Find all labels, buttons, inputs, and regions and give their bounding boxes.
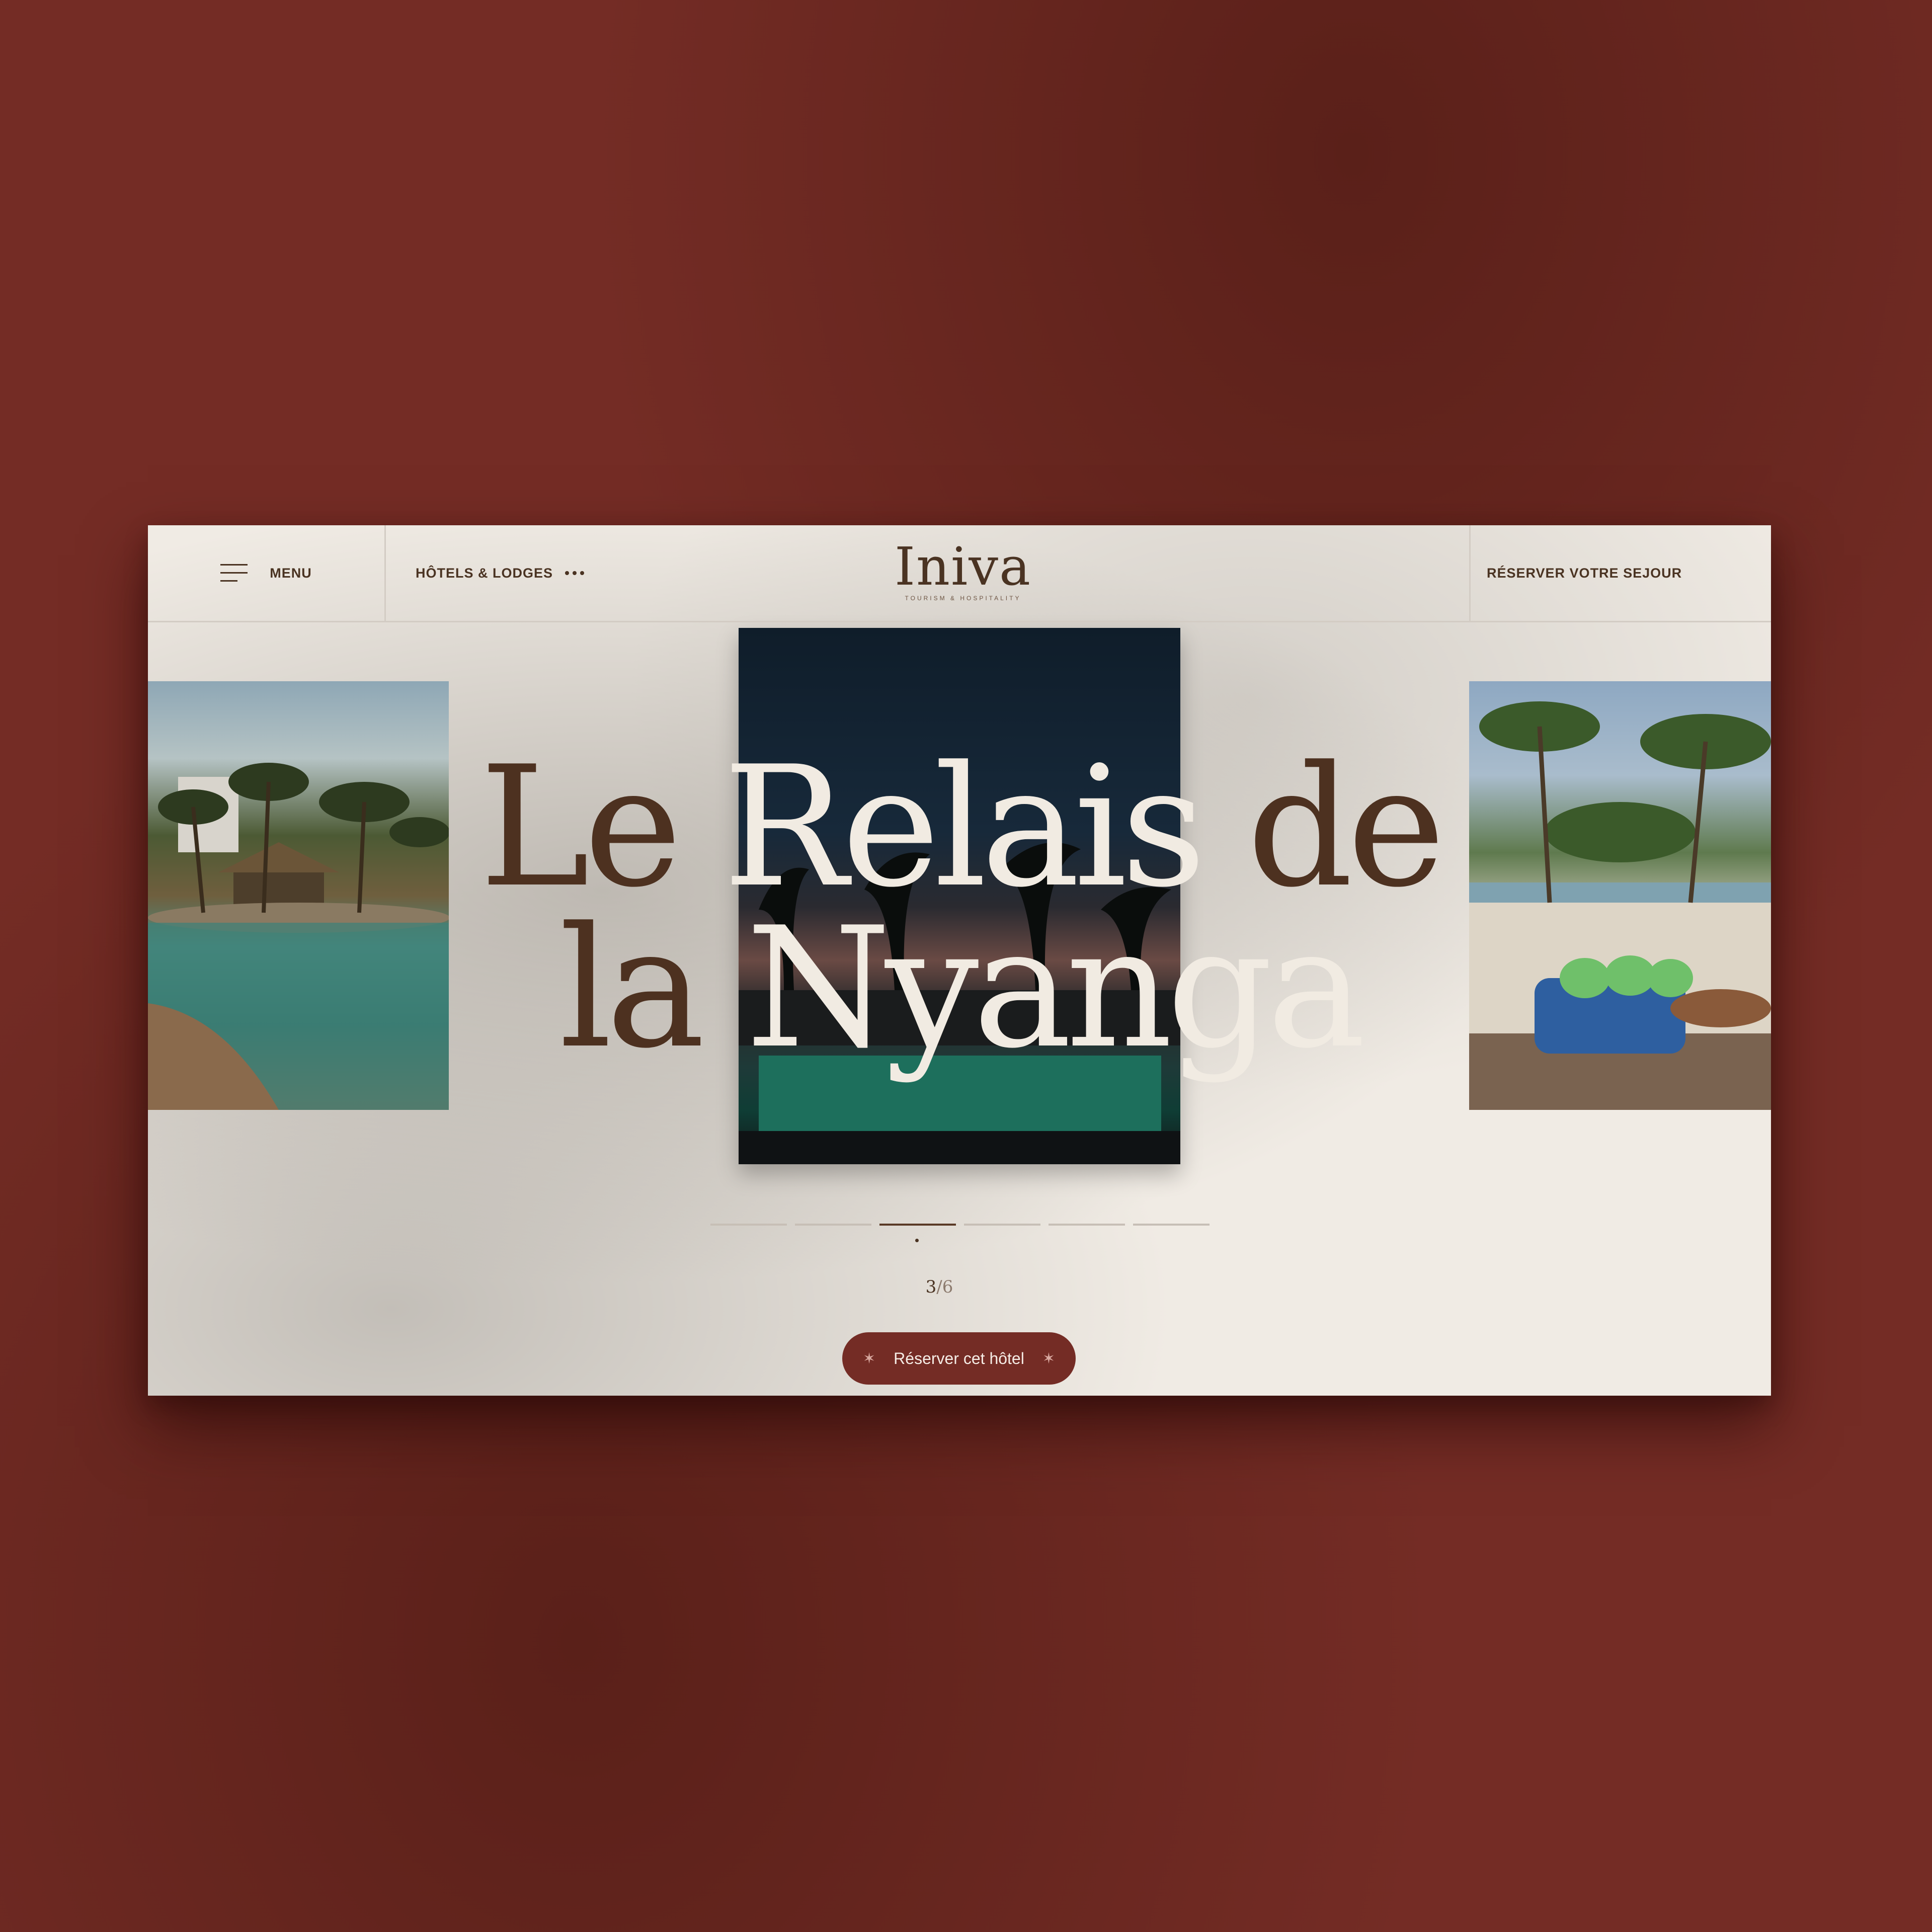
active-slide-dot	[915, 1239, 919, 1242]
slide-counter: 3/6	[909, 1277, 970, 1297]
title-word-nyanga: Nyanga	[699, 892, 1365, 1085]
title-line-2: la Nyanga	[148, 905, 1771, 1071]
book-hotel-label: Réserver cet hôtel	[894, 1349, 1024, 1367]
slide-indicator-2[interactable]	[795, 1224, 871, 1226]
slide-indicator-6[interactable]	[1133, 1224, 1210, 1226]
top-navigation: MENU HÔTELS & LODGES Iniva TOURISM & HOS…	[148, 525, 1771, 622]
sparkle-icon: ✶	[1042, 1350, 1055, 1367]
book-hotel-button[interactable]: ✶ Réserver cet hôtel ✶	[842, 1332, 1076, 1385]
hotel-title: Le Relais de la Nyanga	[148, 744, 1771, 1071]
sparkle-icon: ✶	[863, 1350, 876, 1367]
brand-logo[interactable]: Iniva TOURISM & HOSPITALITY	[880, 538, 1046, 602]
slide-indicator-5[interactable]	[1049, 1224, 1125, 1226]
more-dots-icon	[565, 571, 585, 575]
slide-indicator-4[interactable]	[964, 1224, 1040, 1226]
slide-indicator-1[interactable]	[710, 1224, 787, 1226]
total-slides: 6	[942, 1277, 953, 1297]
hotels-lodges-dropdown[interactable]: HÔTELS & LODGES	[416, 525, 585, 621]
reserve-stay-label: RÉSERVER VOTRE SEJOUR	[1487, 565, 1682, 581]
title-word-la: la	[559, 892, 705, 1085]
website-frame: MENU HÔTELS & LODGES Iniva TOURISM & HOS…	[148, 525, 1771, 1396]
current-slide: 3	[925, 1277, 937, 1297]
hotels-lodges-label: HÔTELS & LODGES	[416, 565, 553, 581]
counter-separator: /	[936, 1277, 942, 1297]
title-line-1: Le Relais de	[148, 744, 1771, 910]
hamburger-icon	[220, 564, 248, 582]
slide-indicator-3[interactable]	[879, 1224, 956, 1226]
slider-progress	[710, 1224, 1210, 1226]
menu-button[interactable]: MENU	[148, 525, 386, 621]
logo-wordmark: Iniva	[894, 536, 1032, 597]
menu-label: MENU	[270, 565, 312, 581]
reserve-stay-link[interactable]: RÉSERVER VOTRE SEJOUR	[1469, 525, 1771, 621]
